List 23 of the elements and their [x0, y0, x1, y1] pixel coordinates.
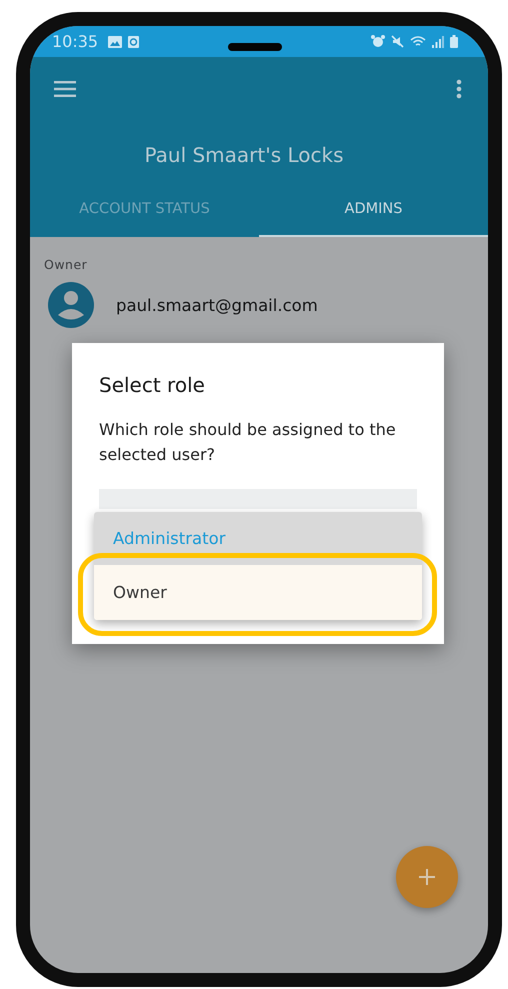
tab[interactable]: ACCOUNT STATUS	[30, 183, 259, 237]
section-label: Owner	[44, 257, 88, 272]
wifi-icon	[410, 35, 426, 48]
signal-icon	[432, 35, 444, 48]
image-icon	[108, 36, 122, 48]
status-time: 10:35	[52, 32, 98, 51]
alarm-icon	[371, 35, 385, 48]
more-options-icon[interactable]	[456, 79, 462, 99]
tab[interactable]: ADMINS	[259, 183, 488, 237]
battery-icon	[450, 35, 458, 48]
avatar-icon	[48, 282, 94, 328]
plus-icon	[418, 868, 436, 886]
dialog-message: Which role should be assigned to the selected user?	[99, 419, 397, 466]
user-email: paul.smaart@gmail.com	[116, 296, 318, 314]
app-title: Paul Smaart's Locks	[143, 143, 345, 167]
role-field[interactable]	[99, 489, 417, 509]
menu-icon[interactable]	[54, 81, 76, 97]
mute-icon	[391, 35, 404, 48]
dialog-title: Select role	[99, 373, 206, 397]
menu-option[interactable]: Owner	[94, 565, 422, 620]
menu-option[interactable]: Administrator	[94, 512, 422, 565]
camera-notch	[228, 43, 282, 51]
clock-icon	[128, 36, 140, 48]
